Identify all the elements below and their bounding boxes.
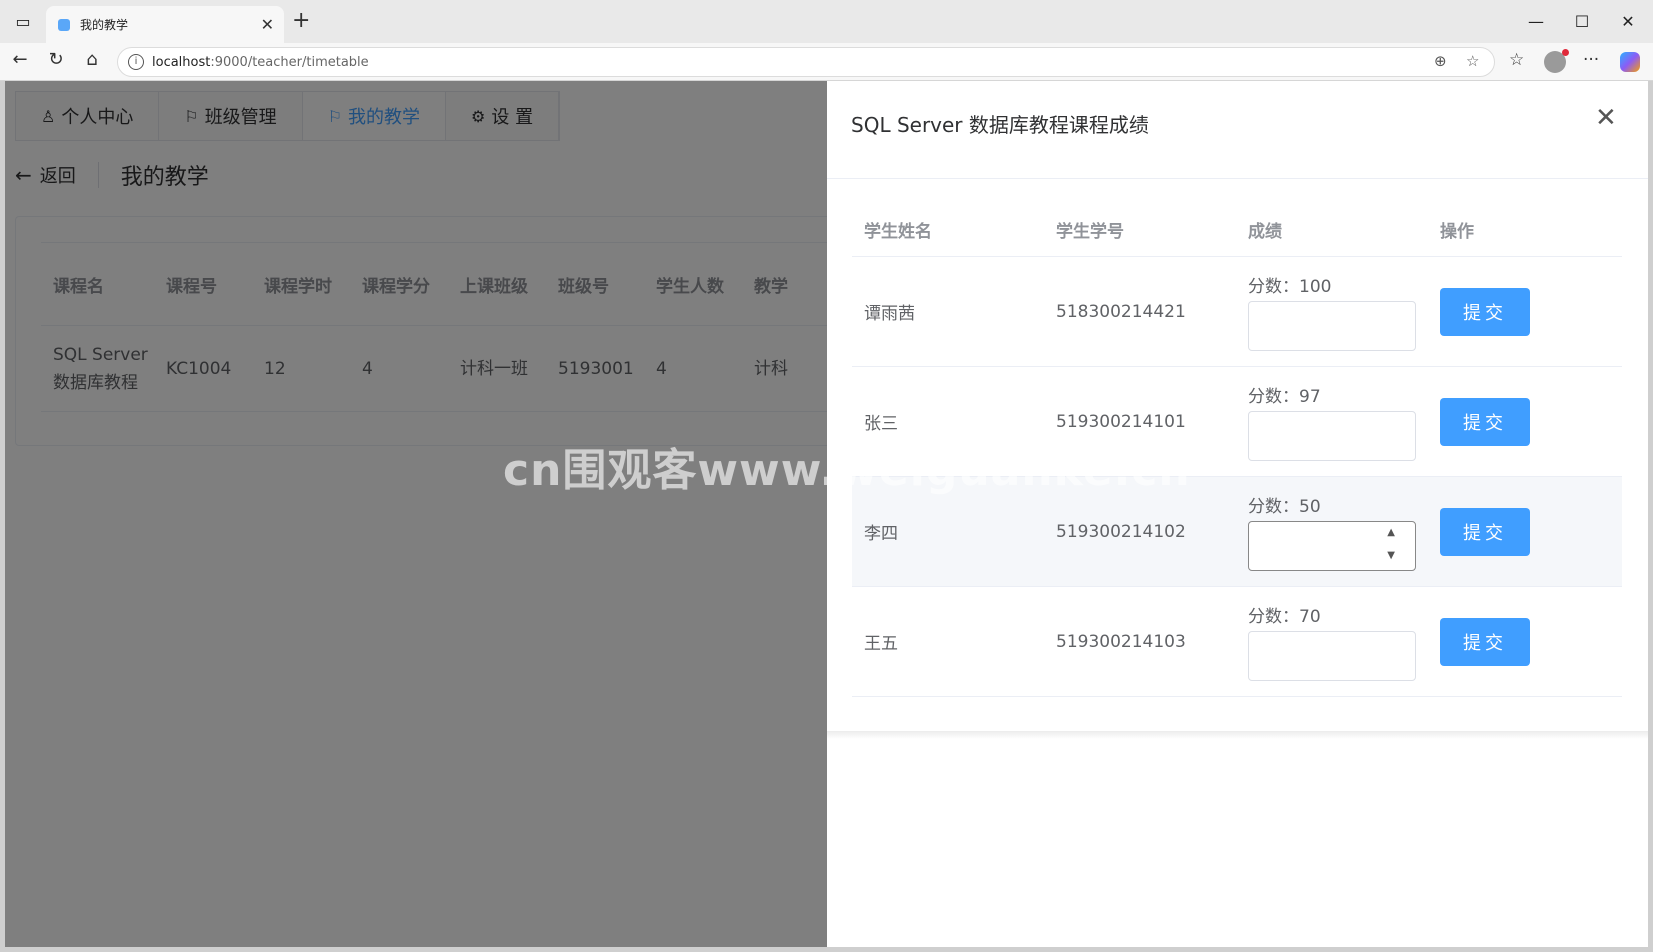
url-host: localhost	[152, 54, 211, 70]
copilot-icon[interactable]	[1620, 52, 1640, 72]
student-id: 518300214421	[1056, 301, 1186, 322]
maximize-icon[interactable]: ☐	[1559, 0, 1605, 43]
minimize-icon[interactable]: —	[1513, 0, 1559, 43]
favorite-star-icon[interactable]: ☆	[1466, 52, 1479, 70]
notification-dot	[1562, 49, 1569, 56]
score-cell: 分数：70	[1236, 602, 1428, 681]
reload-icon[interactable]: ↻	[44, 49, 68, 70]
table-header-row: 学生姓名 学生学号 成绩 操作	[852, 203, 1622, 257]
score-value: 70	[1299, 607, 1321, 627]
url-field[interactable]: i localhost :9000/teacher/timetable ⊕ ☆	[117, 47, 1495, 77]
sidebar-toggle-icon[interactable]: ▭	[0, 0, 46, 43]
student-name: 张三	[864, 414, 898, 434]
profile-avatar[interactable]	[1544, 49, 1569, 73]
url-path: :9000/teacher/timetable	[210, 54, 369, 70]
browser-tab[interactable]: 我的教学 ✕	[46, 6, 284, 43]
student-id: 519300214102	[1056, 521, 1186, 542]
column-header: 成绩	[1248, 222, 1282, 242]
column-header: 学生学号	[1056, 222, 1124, 242]
score-value: 97	[1299, 387, 1321, 407]
column-header: 学生姓名	[864, 222, 932, 242]
tab-close-icon[interactable]: ✕	[261, 15, 274, 34]
divider	[827, 178, 1648, 179]
score-input[interactable]	[1248, 631, 1416, 681]
score-label: 分数：97	[1248, 382, 1428, 407]
submit-button[interactable]: 提交	[1440, 287, 1530, 336]
grades-drawer: SQL Server 数据库教程课程成绩 ✕ 学生姓名 学生学号 成绩 操作 谭…	[827, 81, 1648, 947]
table-row: 王五 519300214103 分数：70 提交	[852, 587, 1622, 697]
tab-title: 我的教学	[80, 18, 129, 32]
score-input[interactable]	[1248, 301, 1416, 351]
modal-overlay[interactable]	[5, 81, 827, 947]
spin-down-icon[interactable]: ▼	[1387, 550, 1395, 561]
column-header: 操作	[1440, 222, 1474, 242]
student-name: 李四	[864, 524, 898, 544]
student-name: 谭雨茜	[864, 304, 915, 324]
score-cell: 分数：100	[1236, 272, 1428, 351]
action-cell: 提交	[1428, 617, 1622, 666]
student-id: 519300214101	[1056, 411, 1186, 432]
favorites-icon[interactable]: ☆	[1509, 50, 1524, 70]
site-info-icon[interactable]: i	[128, 54, 144, 70]
score-prefix: 分数：	[1248, 277, 1299, 297]
submit-button[interactable]: 提交	[1440, 507, 1530, 556]
submit-button[interactable]: 提交	[1440, 397, 1530, 446]
table-bottom-shadow	[827, 731, 1648, 739]
score-label: 分数：70	[1248, 602, 1428, 627]
score-input[interactable]	[1248, 411, 1416, 461]
close-icon[interactable]: ✕	[1595, 103, 1617, 133]
browser-tab-bar: ▭ 我的教学 ✕ + — ☐ ✕	[0, 0, 1653, 43]
score-value: 100	[1299, 277, 1332, 297]
score-prefix: 分数：	[1248, 387, 1299, 407]
score-prefix: 分数：	[1248, 607, 1299, 627]
spin-up-icon[interactable]: ▲	[1387, 527, 1395, 538]
score-label: 分数：100	[1248, 272, 1428, 297]
action-cell: 提交	[1428, 507, 1622, 556]
table-row: 谭雨茜 518300214421 分数：100 提交	[852, 257, 1622, 367]
new-tab-icon[interactable]: +	[292, 8, 310, 33]
score-cell: 分数：97	[1236, 382, 1428, 461]
more-menu-icon[interactable]: ···	[1583, 50, 1599, 70]
student-name: 王五	[864, 634, 898, 654]
action-cell: 提交	[1428, 397, 1622, 446]
window-close-icon[interactable]: ✕	[1605, 0, 1651, 43]
score-value: 50	[1299, 497, 1321, 517]
drawer-title: SQL Server 数据库教程课程成绩	[851, 113, 1149, 137]
home-icon[interactable]: ⌂	[80, 49, 104, 70]
score-input[interactable]: ▲ ▼	[1248, 521, 1416, 571]
watermark: cn围观客www.weiguanke.cn	[503, 445, 1191, 496]
student-id: 519300214103	[1056, 631, 1186, 652]
score-prefix: 分数：	[1248, 497, 1299, 517]
address-bar: ← ↻ ⌂ i localhost :9000/teacher/timetabl…	[0, 43, 1653, 81]
zoom-icon[interactable]: ⊕	[1434, 52, 1447, 70]
back-arrow-icon[interactable]: ←	[8, 49, 32, 70]
tab-favicon-icon	[58, 18, 70, 31]
action-cell: 提交	[1428, 287, 1622, 336]
score-cell: 分数：50 ▲ ▼	[1236, 492, 1428, 571]
submit-button[interactable]: 提交	[1440, 617, 1530, 666]
score-label: 分数：50	[1248, 492, 1428, 517]
